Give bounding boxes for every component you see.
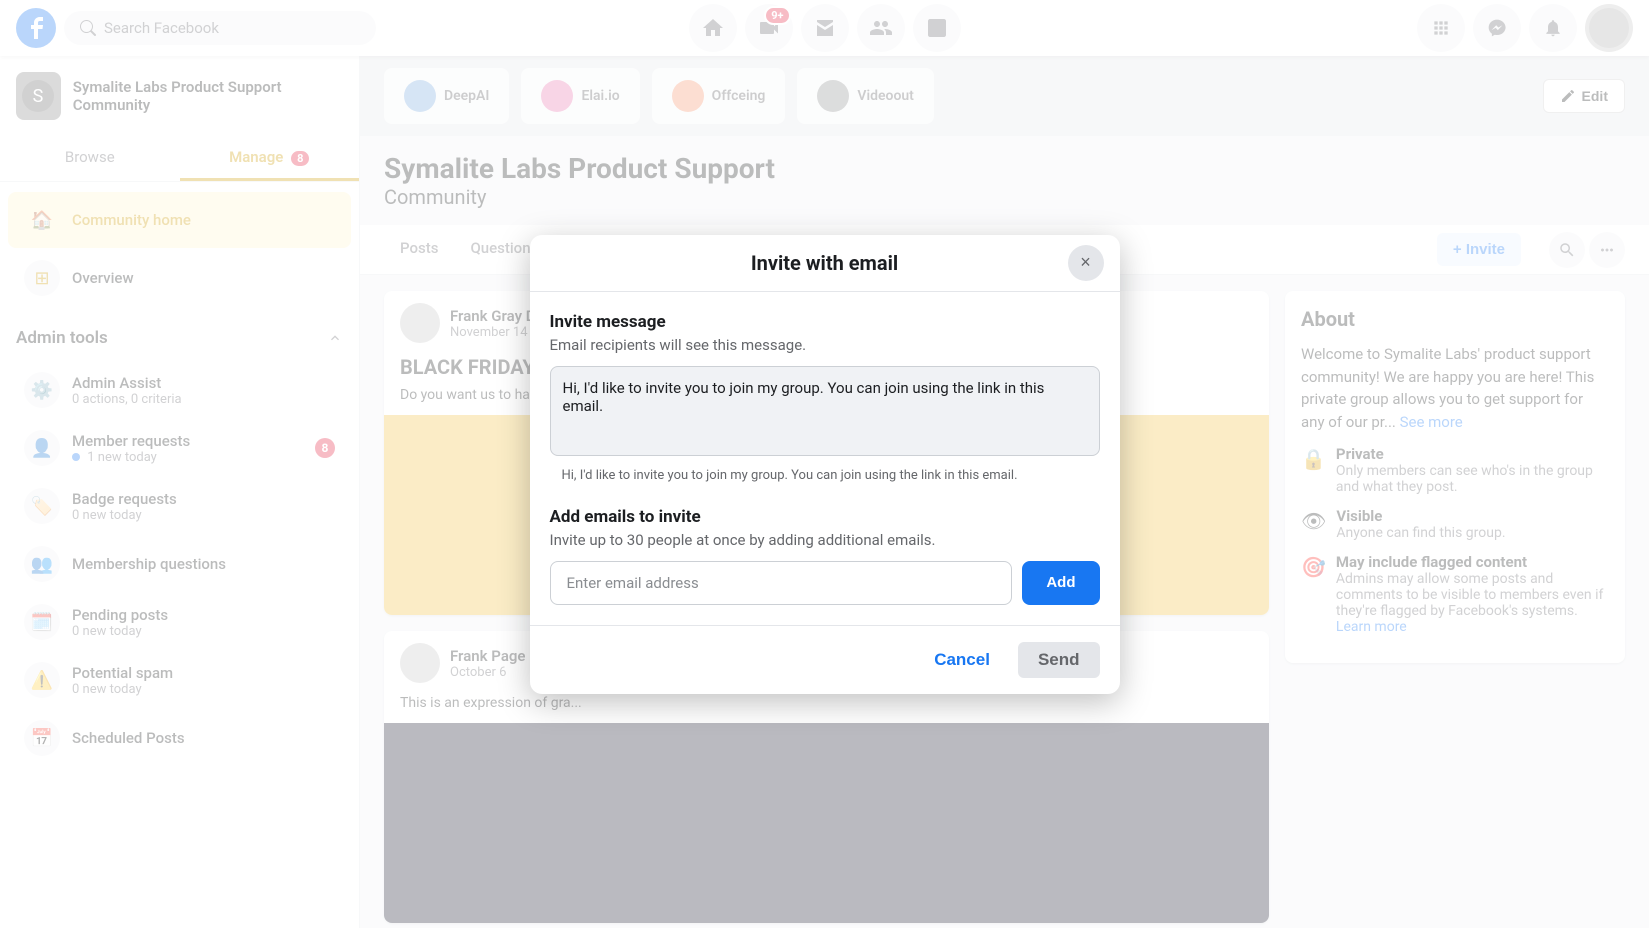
message-textarea[interactable] (550, 366, 1100, 456)
message-default-text: Hi, I'd like to invite you to join my gr… (550, 464, 1100, 487)
invite-email-modal: Invite with email × Invite message Email… (530, 235, 1120, 694)
invite-message-title: Invite message (550, 312, 1100, 332)
modal-body: Invite message Email recipients will see… (530, 292, 1120, 625)
modal-footer: Cancel Send (530, 625, 1120, 694)
email-input-row: Add (550, 561, 1100, 605)
modal-overlay: Invite with email × Invite message Email… (0, 0, 1649, 928)
modal-header: Invite with email × (530, 235, 1120, 292)
modal-close-button[interactable]: × (1068, 245, 1104, 281)
modal-title: Invite with email (751, 251, 898, 275)
add-email-button[interactable]: Add (1022, 561, 1099, 605)
add-emails-sub: Invite up to 30 people at once by adding… (550, 531, 1100, 549)
message-content: Hi, I'd like to invite you to join my gr… (550, 464, 1100, 487)
invite-message-sub: Email recipients will see this message. (550, 336, 1100, 354)
cancel-button[interactable]: Cancel (918, 642, 1006, 678)
add-emails-section: Add emails to invite Invite up to 30 peo… (550, 507, 1100, 605)
add-emails-title: Add emails to invite (550, 507, 1100, 527)
send-button[interactable]: Send (1018, 642, 1100, 678)
email-input[interactable] (550, 561, 1013, 605)
